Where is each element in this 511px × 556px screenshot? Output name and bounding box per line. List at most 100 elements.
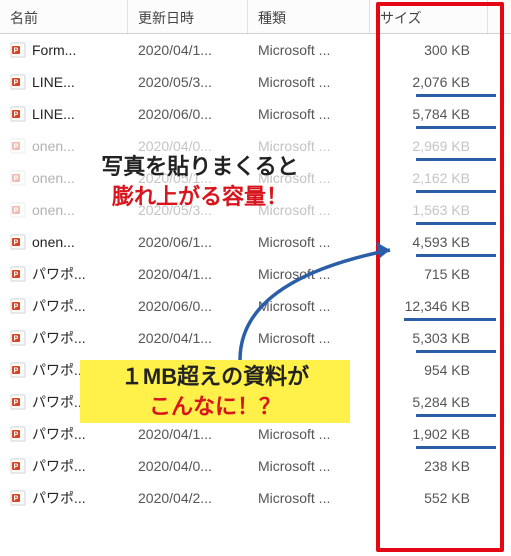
powerpoint-icon: P — [10, 362, 26, 378]
cell-date: 2020/05/1... — [128, 170, 248, 186]
cell-size: 1,563 KB — [370, 202, 488, 218]
cell-type: Microsoft ... — [248, 298, 370, 314]
file-name-text: パワポ... — [32, 488, 86, 508]
cell-size: 2,969 KB — [370, 138, 488, 154]
cell-type: Microsoft ... — [248, 74, 370, 90]
cell-type: Microsoft ... — [248, 138, 370, 154]
header-date[interactable]: 更新日時 — [128, 0, 248, 33]
cell-name: P LINE... — [0, 106, 128, 122]
cell-size: 715 KB — [370, 266, 488, 282]
table-row[interactable]: P パワポ... 2020/04/1...Microsoft ...1,902 KB — [0, 418, 511, 450]
cell-size: 552 KB — [370, 490, 488, 506]
cell-name: P LINE... — [0, 74, 128, 90]
cell-date: 2020/04/1... — [128, 362, 248, 378]
file-name-text: onen... — [32, 234, 75, 250]
cell-size: 1,902 KB — [370, 426, 488, 442]
cell-date: 2020/04/0... — [128, 138, 248, 154]
file-name-text: パワポ... — [32, 360, 86, 380]
cell-name: Ponen... — [0, 202, 128, 218]
cell-type: Microsoft ... — [248, 170, 370, 186]
file-name-text: LINE... — [32, 106, 75, 122]
table-row[interactable]: P パワポ... 2020/04/1...Microsoft ...5,303 KB — [0, 322, 511, 354]
powerpoint-icon: P — [10, 298, 26, 314]
column-headers: 名前 更新日時 種類 サイズ — [0, 0, 511, 34]
cell-name: Pパワポ... — [0, 456, 128, 476]
header-size[interactable]: サイズ — [370, 0, 488, 33]
powerpoint-icon: P — [10, 106, 26, 122]
cell-type: Microsoft ... — [248, 426, 370, 442]
cell-name: P パワポ... — [0, 328, 128, 348]
table-row[interactable]: P パワポ... 2020/04/1...Microsoft ...954 KB — [0, 354, 511, 386]
powerpoint-icon: P — [10, 202, 26, 218]
cell-name: P パワポ... — [0, 264, 128, 284]
file-name-text: パワポ... — [32, 424, 86, 444]
svg-text:P: P — [14, 208, 19, 215]
file-name-text: Form... — [32, 42, 76, 58]
file-rows: PForm...2020/04/1...Microsoft ...300 KBP… — [0, 34, 511, 514]
cell-name: P パワポ... — [0, 296, 128, 316]
svg-text:P: P — [14, 272, 19, 279]
svg-text:P: P — [14, 432, 19, 439]
table-row[interactable]: Ponen...2020/05/1...Microsoft ...2,162 K… — [0, 162, 511, 194]
powerpoint-icon: P — [10, 266, 26, 282]
cell-type: Microsoft ... — [248, 330, 370, 346]
cell-name: P パワポ... — [0, 488, 128, 508]
file-name-text: onen... — [32, 138, 75, 154]
cell-type: Microsoft ... — [248, 458, 370, 474]
svg-text:P: P — [14, 496, 19, 503]
table-row[interactable]: P パワポ... 2020/04/2...Microsoft ...552 KB — [0, 482, 511, 514]
table-row[interactable]: Pパワポ...2020/06/0...Microsoft ...12,346 K… — [0, 290, 511, 322]
powerpoint-icon: P — [10, 138, 26, 154]
cell-date: 2020/05/3... — [128, 202, 248, 218]
cell-size: 300 KB — [370, 42, 488, 58]
file-name-text: パワポ... — [32, 296, 86, 316]
cell-type: Microsoft ... — [248, 362, 370, 378]
table-row[interactable]: Pパワポ...2020/04/1...Microsoft ...5,284 KB — [0, 386, 511, 418]
svg-text:P: P — [14, 48, 19, 55]
cell-type: Microsoft ... — [248, 42, 370, 58]
header-type[interactable]: 種類 — [248, 0, 370, 33]
table-row[interactable]: Ponen...2020/06/1...Microsoft ...4,593 K… — [0, 226, 511, 258]
cell-size: 5,284 KB — [370, 394, 488, 410]
cell-name: P パワポ... — [0, 392, 128, 412]
cell-date: 2020/06/1... — [128, 234, 248, 250]
file-list-window: 名前 更新日時 種類 サイズ PForm...2020/04/1...Micro… — [0, 0, 511, 556]
table-row[interactable]: Pパワポ...2020/04/0...Microsoft ...238 KB — [0, 450, 511, 482]
cell-name: Ponen... — [0, 170, 128, 186]
cell-date: 2020/04/1... — [128, 330, 248, 346]
cell-type: Microsoft ... — [248, 490, 370, 506]
file-name-text: LINE... — [32, 74, 75, 90]
file-name-text: パワポ... — [32, 392, 86, 412]
header-name[interactable]: 名前 — [0, 0, 128, 33]
svg-text:P: P — [14, 336, 19, 343]
file-name-text: パワポ... — [32, 264, 86, 284]
cell-size: 4,593 KB — [370, 234, 488, 250]
cell-date: 2020/04/1... — [128, 426, 248, 442]
table-row[interactable]: PLINE...2020/05/3...Microsoft ...2,076 K… — [0, 66, 511, 98]
table-row[interactable]: PLINE...2020/06/0...Microsoft ...5,784 K… — [0, 98, 511, 130]
file-name-text: パワポ... — [32, 328, 86, 348]
svg-text:P: P — [14, 240, 19, 247]
svg-text:P: P — [14, 400, 19, 407]
table-row[interactable]: Ponen...2020/05/3...Microsoft ...1,563 K… — [0, 194, 511, 226]
file-name-text: パワポ... — [32, 456, 86, 476]
powerpoint-icon: P — [10, 394, 26, 410]
table-row[interactable]: Pパワポ...2020/04/1...Microsoft ...715 KB — [0, 258, 511, 290]
file-name-text: onen... — [32, 170, 75, 186]
cell-date: 2020/04/2... — [128, 490, 248, 506]
cell-date: 2020/04/1... — [128, 42, 248, 58]
table-row[interactable]: P Form... 2020/04/1...Microsoft ...300 KB — [0, 34, 511, 66]
powerpoint-icon: P — [10, 74, 26, 90]
cell-size: 954 KB — [370, 362, 488, 378]
svg-text:P: P — [14, 80, 19, 87]
cell-name: P パワポ... — [0, 424, 128, 444]
cell-date: 2020/05/3... — [128, 74, 248, 90]
cell-date: 2020/06/0... — [128, 106, 248, 122]
powerpoint-icon: P — [10, 426, 26, 442]
table-row[interactable]: Ponen... 2020/04/0...Microsoft ...2,969 K… — [0, 130, 511, 162]
powerpoint-icon: P — [10, 170, 26, 186]
cell-size: 5,303 KB — [370, 330, 488, 346]
powerpoint-icon: P — [10, 330, 26, 346]
svg-text:P: P — [14, 304, 19, 311]
svg-text:P: P — [14, 144, 19, 151]
